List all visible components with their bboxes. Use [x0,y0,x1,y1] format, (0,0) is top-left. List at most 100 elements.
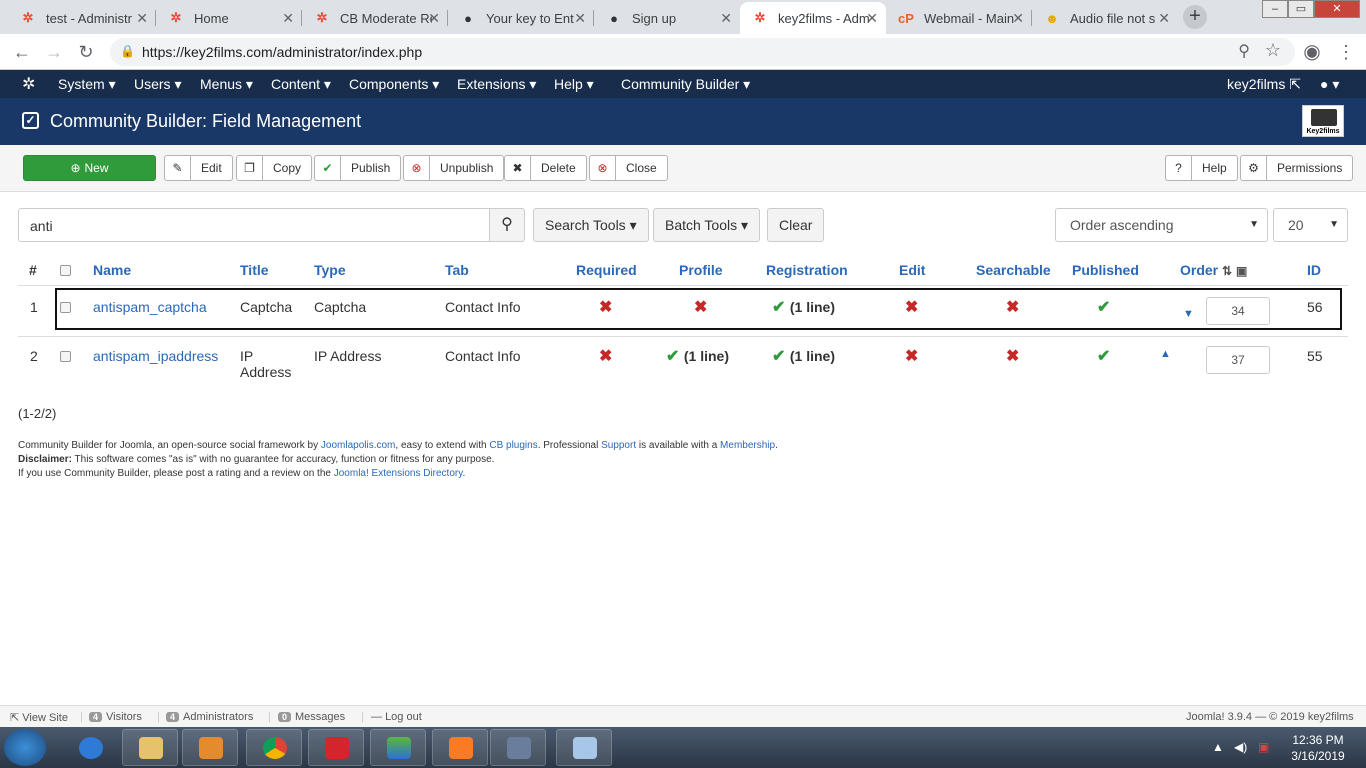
new-button[interactable]: ⊕ New [23,155,156,181]
user-menu-icon[interactable]: ● ▾ [1320,76,1339,93]
move-down-icon[interactable]: ▼ [1183,308,1194,320]
col-order[interactable]: Order ⇅ ▣ [1180,262,1247,278]
account-icon[interactable]: ◉ [1300,40,1324,64]
menu-help[interactable]: Help ▾ [554,76,594,93]
maximize-button[interactable]: ▭ [1288,0,1314,18]
browser-tab[interactable]: ☻ Audio file not s ✕ [1032,2,1178,34]
close-icon[interactable]: ✕ [282,10,294,27]
x-icon[interactable]: ✖ [1006,346,1019,366]
check-icon[interactable]: ✔ (1 line) [666,346,729,366]
start-button[interactable] [4,729,46,766]
chrome-taskbar-icon[interactable] [246,729,302,766]
col-id[interactable]: ID [1307,262,1321,278]
creative-cloud-taskbar-icon[interactable] [308,729,364,766]
membership-link[interactable]: Membership [720,440,775,451]
notes-taskbar-icon[interactable] [556,729,612,766]
menu-community-builder[interactable]: Community Builder ▾ [621,76,750,93]
move-up-icon[interactable]: ▲ [1160,348,1171,360]
star-icon[interactable]: ☆ [1265,40,1281,61]
delete-button[interactable]: ✖ Delete [504,155,587,181]
check-icon[interactable]: ✔ (1 line) [772,346,835,366]
help-button[interactable]: ? Help [1165,155,1238,181]
url-field[interactable]: 🔒 https://key2films.com/administrator/in… [110,38,1295,66]
x-icon[interactable]: ✖ [599,297,612,317]
joomlapolis-link[interactable]: Joomlapolis.com [321,440,395,451]
publish-button[interactable]: ✔ Publish [314,155,402,181]
close-icon[interactable]: ✕ [720,10,732,27]
browser-tab[interactable]: ● Sign up ✕ [594,2,740,34]
site-link[interactable]: key2films ⇱ [1227,76,1301,93]
permissions-button[interactable]: ⚙ Permissions [1240,155,1354,181]
col-name[interactable]: Name [93,262,131,278]
close-button[interactable]: ⊗ Close [589,155,668,181]
order-input[interactable]: 34 [1206,297,1270,325]
col-registration[interactable]: Registration [766,262,848,278]
menu-system[interactable]: System ▾ [58,76,116,93]
network-icon[interactable]: ▣ [1258,740,1269,754]
x-icon[interactable]: ✖ [1006,297,1019,317]
x-icon[interactable]: ✖ [905,346,918,366]
search-button[interactable]: ⚲ [489,208,525,242]
reload-icon[interactable]: ↻ [74,40,98,64]
close-icon[interactable]: ✕ [428,10,440,27]
row-checkbox[interactable] [60,302,71,313]
ie-taskbar-icon[interactable] [62,729,118,766]
browser-tab[interactable]: ✲ test - Administr ✕ [8,2,156,34]
menu-menus[interactable]: Menus ▾ [200,76,253,93]
cb-plugins-link[interactable]: CB plugins [489,440,537,451]
col-title[interactable]: Title [240,262,269,278]
close-icon[interactable]: ✕ [866,10,878,27]
window-close-button[interactable]: ✕ [1314,0,1360,18]
col-profile[interactable]: Profile [679,262,723,278]
menu-content[interactable]: Content ▾ [271,76,331,93]
check-icon[interactable]: ✔ [1097,297,1110,317]
col-searchable[interactable]: Searchable [976,262,1051,278]
limit-select[interactable]: 20 ▼ [1273,208,1348,242]
row-checkbox[interactable] [60,351,71,362]
col-required[interactable]: Required [576,262,637,278]
select-all-checkbox[interactable] [60,265,71,276]
logout-link[interactable]: — Log out [371,711,422,723]
browser-tab[interactable]: cP Webmail - Main ✕ [886,2,1032,34]
menu-components[interactable]: Components ▾ [349,76,439,93]
close-icon[interactable]: ✕ [1158,10,1170,27]
order-input[interactable]: 37 [1206,346,1270,374]
x-icon[interactable]: ✖ [599,346,612,366]
menu-extensions[interactable]: Extensions ▾ [457,76,536,93]
x-icon[interactable]: ✖ [694,297,707,317]
col-edit[interactable]: Edit [899,262,925,278]
col-type[interactable]: Type [314,262,346,278]
close-icon[interactable]: ✕ [574,10,586,27]
support-link[interactable]: Support [601,440,636,451]
explorer-taskbar-icon[interactable] [122,729,178,766]
forward-icon[interactable]: → [42,40,66,64]
new-tab-button[interactable]: + [1183,5,1207,29]
copy-button[interactable]: ❐ Copy [236,155,313,181]
clock[interactable]: 12:36 PM 3/16/2019 [1288,732,1348,764]
clear-button[interactable]: Clear [767,208,825,242]
browser-tab-active[interactable]: ✲ key2films - Adm ✕ [740,2,886,34]
browser-tab[interactable]: ✲ CB Moderate Re ✕ [302,2,448,34]
order-select[interactable]: Order ascending ▼ [1055,208,1268,242]
video-tool-taskbar-icon[interactable] [490,729,546,766]
joomla-icon[interactable]: ✲ [22,74,35,94]
col-published[interactable]: Published [1072,262,1139,278]
col-tab[interactable]: Tab [445,262,469,278]
close-icon[interactable]: ✕ [1012,10,1024,27]
check-icon[interactable]: ✔ [1097,346,1110,366]
bluestacks-taskbar-icon[interactable] [370,729,426,766]
jed-link[interactable]: Joomla! Extensions Directory [334,468,463,479]
x-icon[interactable]: ✖ [905,297,918,317]
back-icon[interactable]: ← [10,40,34,64]
unpublish-button[interactable]: ⊗ Unpublish [403,155,505,181]
field-name-link[interactable]: antispam_captcha [93,299,207,315]
edit-button[interactable]: ✎ Edit [164,155,233,181]
search-tools-button[interactable]: Search Tools ▾ [533,208,649,242]
search-input[interactable]: anti [18,208,490,242]
menu-icon[interactable]: ⋮ [1334,40,1358,64]
xampp-taskbar-icon[interactable] [432,729,488,766]
zoom-icon[interactable]: ⚲ [1238,41,1250,61]
menu-users[interactable]: Users ▾ [134,76,181,93]
volume-icon[interactable]: ◀) [1234,740,1247,754]
batch-tools-button[interactable]: Batch Tools ▾ [653,208,761,242]
